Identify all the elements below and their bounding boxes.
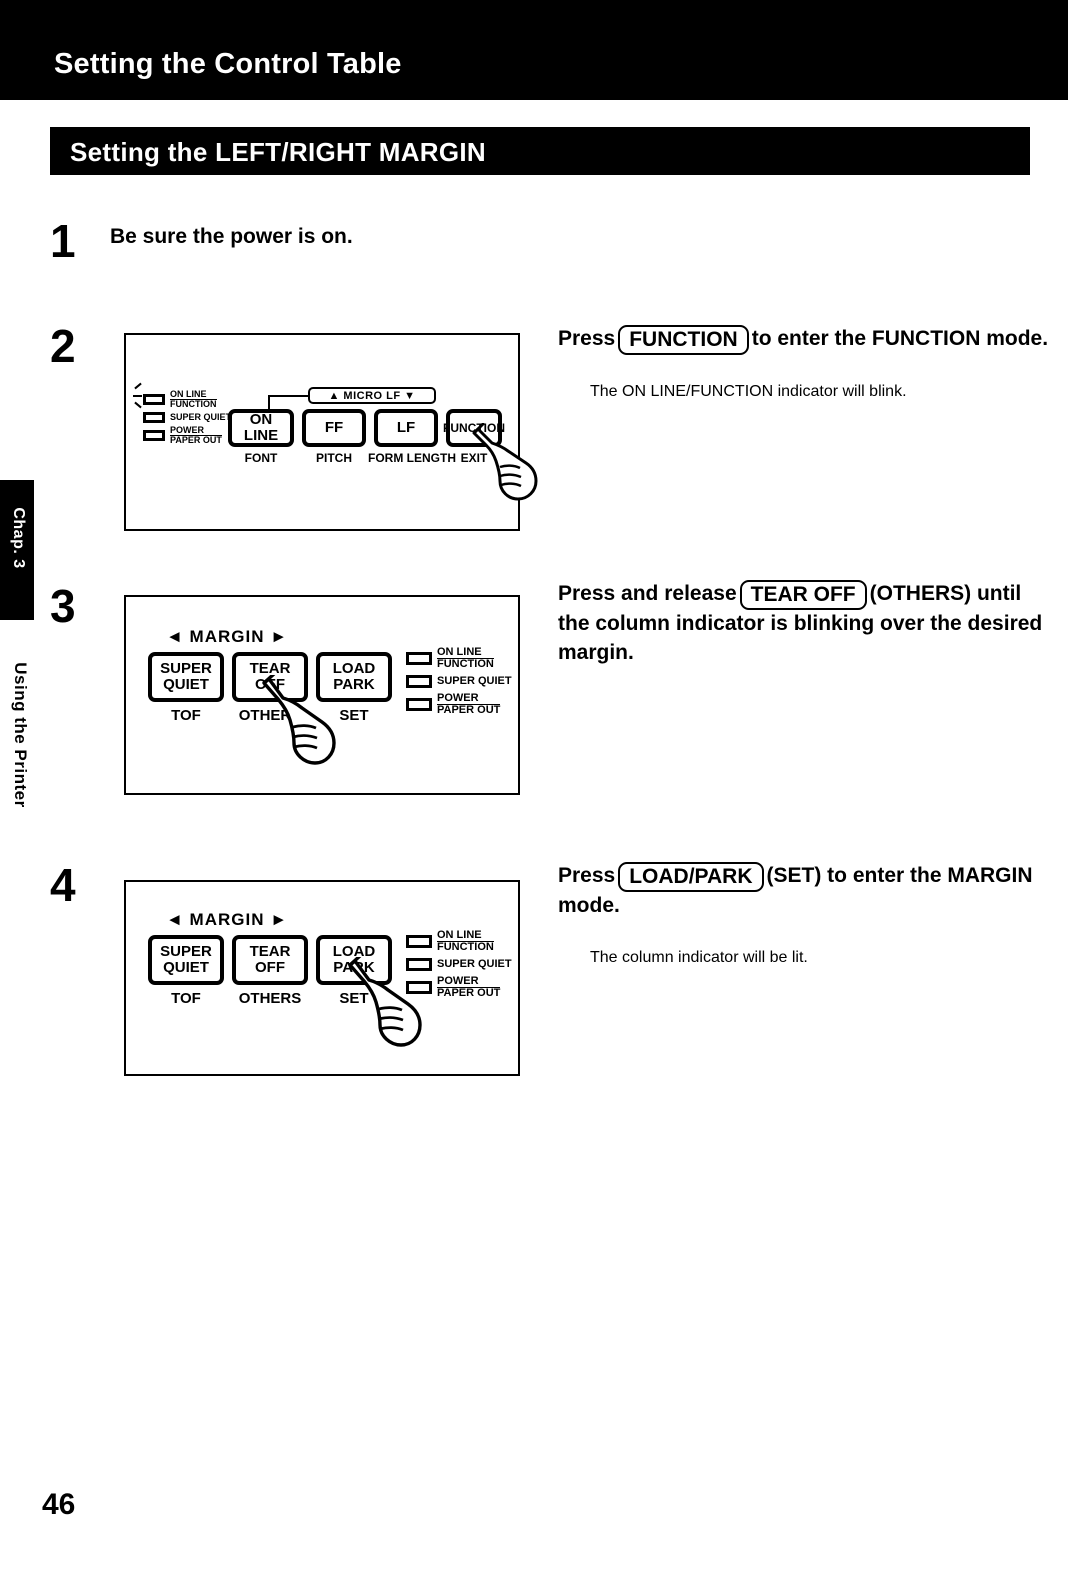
led-label-super-quiet-4: SUPER QUIET bbox=[437, 958, 512, 970]
led-row-online-function-4: ON LINE FUNCTION bbox=[406, 930, 512, 953]
led-row-online-function-3: ON LINE FUNCTION bbox=[406, 647, 512, 670]
step-number-1: 1 bbox=[50, 215, 76, 267]
step-number-3: 3 bbox=[50, 580, 76, 632]
key-tear-off-4[interactable]: TEAR OFF bbox=[232, 935, 308, 985]
step-number-2: 2 bbox=[50, 320, 76, 372]
led-row-super-quiet: SUPER QUIET bbox=[143, 412, 231, 423]
led-label-super-quiet: SUPER QUIET bbox=[170, 412, 232, 422]
led-label-online-function: ON LINE FUNCTION bbox=[170, 389, 217, 409]
led-label-online-function-3: ON LINE FUNCTION bbox=[437, 646, 494, 670]
step-number-4: 4 bbox=[50, 859, 76, 911]
led-indicator-group: ON LINE FUNCTION SUPER QUIET POWER PAPER… bbox=[133, 382, 231, 448]
key-super-quiet-3[interactable]: SUPER QUIET bbox=[148, 652, 224, 702]
step-4-note: The column indicator will be lit. bbox=[590, 949, 808, 966]
led-row-online-function: ON LINE FUNCTION bbox=[133, 382, 231, 409]
step-2-instruction-post: to enter the FUNCTION mode. bbox=[751, 327, 1049, 350]
step-3-keycap: TEAR OFF bbox=[739, 580, 867, 611]
key-sublabel-tof-4: TOF bbox=[171, 990, 201, 1007]
step-4-instruction: Press LOAD/PARK (SET) to enter the MARGIN … bbox=[558, 862, 1058, 969]
key-sublabel-tof-3: TOF bbox=[171, 707, 201, 724]
key-sublabel-others-4: OTHERS bbox=[238, 990, 302, 1007]
key-lf[interactable]: LF bbox=[374, 409, 438, 447]
pointing-hand-icon bbox=[472, 423, 538, 501]
control-panel-diagram-load-park: ◄ MARGIN ► SUPER QUIET TOF TEAR OFF OTHE… bbox=[124, 880, 520, 1076]
step-2-instruction-pre: Press bbox=[558, 327, 616, 350]
led-lamp-online-function-4 bbox=[406, 935, 432, 948]
section-header-bar: Setting the LEFT/RIGHT MARGIN bbox=[50, 127, 1030, 175]
led-label-super-quiet-3: SUPER QUIET bbox=[437, 675, 512, 687]
key-super-quiet-4[interactable]: SUPER QUIET bbox=[148, 935, 224, 985]
step-3-instruction-pre: Press and release bbox=[558, 582, 737, 605]
led-label-online-function-4: ON LINE FUNCTION bbox=[437, 929, 494, 953]
led-indicator-group-3: ON LINE FUNCTION SUPER QUIET POWER PAPER… bbox=[406, 647, 512, 721]
page-title: Setting the Control Table bbox=[54, 48, 402, 80]
led-lamp-super-quiet-3 bbox=[406, 675, 432, 688]
step-2-instruction-main: Press FUNCTION to enter the FUNCTION mode. bbox=[558, 325, 1058, 356]
led-label-power-paper-out-4: POWER PAPER OUT bbox=[437, 975, 501, 999]
control-panel-diagram-function: ON LINE FUNCTION SUPER QUIET POWER PAPER… bbox=[124, 333, 538, 531]
led-lamp-super-quiet bbox=[143, 412, 165, 423]
key-sublabel-pitch: PITCH bbox=[316, 451, 352, 465]
led-row-power-paper-out: POWER PAPER OUT bbox=[143, 426, 231, 445]
step-2-keycap: FUNCTION bbox=[618, 325, 749, 356]
led-lamp-power-paper-out-3 bbox=[406, 698, 432, 711]
section-title: Setting the LEFT/RIGHT MARGIN bbox=[70, 137, 487, 167]
blink-indicator-icon bbox=[133, 382, 148, 409]
step-1-text: Be sure the power is on. bbox=[110, 225, 353, 248]
step-3-instruction: Press and release TEAR OFF (OTHERS) until … bbox=[558, 580, 1058, 690]
step-4-instruction-main: Press LOAD/PARK (SET) to enter the MARGIN … bbox=[558, 862, 1058, 921]
led-label-power-paper-out-3: POWER PAPER OUT bbox=[437, 692, 501, 716]
micro-lf-lead-line-vertical bbox=[268, 395, 270, 409]
micro-lf-lead-line-horizontal bbox=[268, 395, 310, 397]
step-4-keycap: LOAD/PARK bbox=[618, 862, 764, 893]
led-lamp-power-paper-out bbox=[143, 430, 165, 441]
chapter-tab: Chap. 3 Using the Printer bbox=[0, 480, 34, 860]
control-panel-diagram-tear-off: ◄ MARGIN ► SUPER QUIET TOF TEAR OFF OTHE… bbox=[124, 595, 520, 795]
key-on-line[interactable]: ON LINE bbox=[228, 409, 294, 447]
key-ff[interactable]: FF bbox=[302, 409, 366, 447]
micro-lf-indicator: ▲ MICRO LF ▼ bbox=[308, 387, 436, 404]
page-number: 46 bbox=[42, 1488, 76, 1521]
pointing-hand-icon-3 bbox=[262, 675, 336, 765]
led-row-super-quiet-3: SUPER QUIET bbox=[406, 675, 512, 688]
step-2-instruction: Press FUNCTION to enter the FUNCTION mode.… bbox=[558, 325, 1058, 403]
margin-label-4: ◄ MARGIN ► bbox=[166, 910, 289, 929]
led-lamp-online-function-3 bbox=[406, 652, 432, 665]
step-4-instruction-pre: Press bbox=[558, 864, 616, 887]
step-2-note: The ON LINE/FUNCTION indicator will blin… bbox=[590, 383, 907, 401]
key-sublabel-form-length: FORM LENGTH bbox=[368, 451, 456, 465]
pointing-hand-icon-4 bbox=[348, 957, 422, 1047]
manual-page: Setting the Control Table Setting the LE… bbox=[0, 0, 1080, 1577]
led-row-power-paper-out-3: POWER PAPER OUT bbox=[406, 693, 512, 716]
margin-label-3: ◄ MARGIN ► bbox=[166, 627, 289, 646]
key-sublabel-font: FONT bbox=[244, 451, 278, 465]
chapter-title-label: Using the Printer bbox=[11, 662, 30, 808]
led-label-power-paper-out: POWER PAPER OUT bbox=[170, 425, 222, 445]
step-3-instruction-main: Press and release TEAR OFF (OTHERS) until … bbox=[558, 580, 1058, 668]
chapter-number-label: Chap. 3 bbox=[10, 507, 27, 569]
